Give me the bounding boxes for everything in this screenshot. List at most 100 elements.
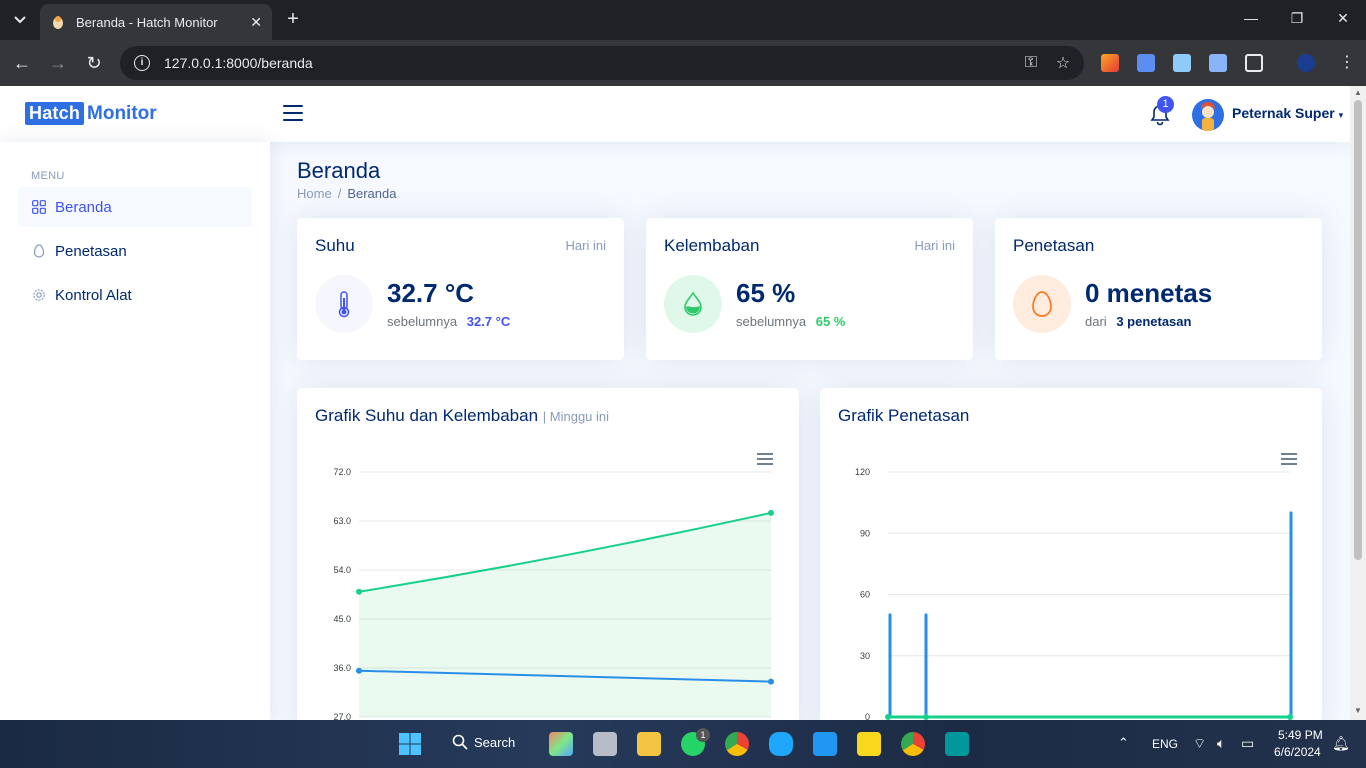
card-filter[interactable]: Hari ini: [915, 238, 955, 253]
caret-down-icon: ▾: [1338, 110, 1344, 120]
browser-tab[interactable]: Beranda - Hatch Monitor ✕: [40, 4, 272, 40]
thermometer-icon: [315, 275, 373, 333]
url-text[interactable]: 127.0.0.1:8000/beranda: [164, 55, 1020, 71]
web-page: Hatch Monitor 1 Peternak Super ▾ MENU Be…: [0, 86, 1350, 720]
extension-window-icon[interactable]: [1137, 54, 1155, 72]
user-name: Peternak Super: [1232, 105, 1335, 121]
logo-hatch: Hatch: [25, 102, 85, 125]
language-indicator[interactable]: ENG: [1152, 737, 1178, 751]
y-tick-label: 54.0: [333, 565, 351, 575]
whatsapp-badge: 1: [696, 728, 710, 742]
data-point: [356, 667, 362, 674]
tab-title: Beranda - Hatch Monitor: [76, 14, 218, 30]
reload-icon[interactable]: ↻: [83, 52, 105, 74]
app-logo[interactable]: Hatch Monitor: [25, 102, 157, 125]
extension-pen-icon[interactable]: [1101, 54, 1119, 72]
browser-menu-icon[interactable]: ⋮: [1336, 52, 1358, 74]
profile-avatar-icon[interactable]: [1297, 54, 1315, 72]
scroll-down-icon[interactable]: ▼: [1353, 706, 1363, 715]
y-tick-label: 90: [860, 528, 870, 538]
card-title: Penetasan: [1013, 236, 1095, 255]
task-view-icon[interactable]: [593, 732, 617, 756]
penetasan-value: 0 menetas: [1085, 278, 1213, 308]
data-point: [356, 588, 362, 595]
arduino-icon[interactable]: [945, 732, 969, 756]
tray-chevron-icon[interactable]: ⌃: [1118, 735, 1129, 751]
scroll-up-icon[interactable]: ▲: [1353, 88, 1363, 97]
file-explorer-icon[interactable]: [637, 732, 661, 756]
suhu-kelembaban-chart-card: Grafik Suhu dan Kelembaban | Minggu ini …: [297, 388, 799, 720]
data-point: [768, 678, 774, 685]
card-title: Kelembaban: [664, 236, 760, 255]
egg-icon: [33, 244, 45, 258]
sidebar-item-penetasan[interactable]: Penetasan: [18, 231, 252, 271]
breadcrumb-home[interactable]: Home: [297, 186, 332, 201]
extension-screenshot-icon[interactable]: [1209, 54, 1227, 72]
wifi-icon[interactable]: ⌔: [1193, 735, 1206, 753]
gear-icon: [33, 289, 45, 301]
sidebar-item-beranda[interactable]: Beranda: [18, 187, 252, 227]
edge-app-icon[interactable]: [769, 732, 793, 756]
penetasan-chart-card: Grafik Penetasan 120 90 60 30 0: [820, 388, 1322, 720]
page-title: Beranda: [297, 158, 381, 183]
taskbar-search[interactable]: Search: [452, 734, 515, 750]
chrome-active-icon[interactable]: [901, 732, 925, 756]
battery-icon[interactable]: ▭: [1241, 735, 1254, 752]
y-tick-label: 27.0: [333, 712, 351, 720]
notification-center-icon[interactable]: 🔔︎: [1332, 735, 1350, 752]
copilot-icon[interactable]: [549, 732, 573, 756]
y-tick-label: 0: [865, 712, 870, 720]
clock-time[interactable]: 5:49 PM: [1278, 728, 1323, 742]
menu-heading: MENU: [31, 170, 65, 182]
vscode-icon[interactable]: [813, 732, 837, 756]
scrollbar-thumb[interactable]: [1354, 100, 1362, 560]
previous-label: sebelumnya: [387, 314, 458, 329]
kelembaban-card: Kelembaban Hari ini 65 % sebelumnya 65 %: [646, 218, 973, 360]
sidebar-item-kontrol-alat[interactable]: Kontrol Alat: [18, 275, 252, 315]
user-avatar[interactable]: [1192, 99, 1224, 131]
window-close-icon[interactable]: ✕: [1333, 10, 1353, 27]
suhu-previous: sebelumnya 32.7 °C: [387, 314, 510, 329]
previous-value: 65 %: [815, 314, 846, 329]
restore-icon[interactable]: ❐: [1287, 10, 1307, 27]
user-dropdown[interactable]: Peternak Super ▾: [1232, 105, 1343, 121]
clock-date[interactable]: 6/6/2024: [1274, 745, 1321, 759]
new-tab-icon[interactable]: +: [282, 8, 304, 30]
sidebar-item-label: Beranda: [55, 198, 112, 216]
extension-docs-icon[interactable]: [1173, 54, 1191, 72]
back-icon[interactable]: ←: [11, 52, 33, 74]
sticky-notes-icon[interactable]: [857, 732, 881, 756]
penetasan-card: Penetasan 0 menetas dari 3 penetasan: [995, 218, 1322, 360]
sidebar-item-label: Penetasan: [55, 242, 127, 260]
of-label: dari: [1085, 314, 1107, 329]
bookmark-star-icon[interactable]: ☆: [1052, 53, 1074, 73]
tab-search-chevron-icon[interactable]: [8, 8, 32, 32]
page-scrollbar[interactable]: ▲ ▼: [1350, 86, 1366, 720]
egg-icon: [1013, 275, 1071, 333]
password-key-icon[interactable]: ⚿: [1020, 54, 1042, 72]
minimize-icon[interactable]: —: [1241, 10, 1261, 26]
address-bar[interactable]: i 127.0.0.1:8000/beranda ⚿ ☆: [120, 46, 1084, 80]
penetasan-total: dari 3 penetasan: [1085, 314, 1191, 329]
volume-icon[interactable]: 🔈︎: [1217, 735, 1225, 752]
forward-icon[interactable]: →: [47, 52, 69, 74]
y-tick-label: 45.0: [333, 614, 351, 624]
windows-start-icon[interactable]: [398, 732, 422, 756]
site-info-icon[interactable]: i: [134, 55, 150, 71]
tab-close-icon[interactable]: ✕: [250, 14, 262, 31]
previous-value: 32.7 °C: [466, 314, 511, 329]
y-tick-label: 63.0: [333, 516, 351, 526]
browser-tab-bar: Beranda - Hatch Monitor ✕ + — ❐ ✕: [0, 0, 1366, 40]
hatch-favicon-icon: [53, 16, 63, 29]
suhu-card: Suhu Hari ini 32.7 °C sebelumnya 32.7 °C: [297, 218, 624, 360]
card-filter[interactable]: Hari ini: [566, 238, 606, 253]
search-label: Search: [474, 734, 516, 750]
extensions-puzzle-icon[interactable]: [1245, 54, 1263, 72]
of-value: 3 penetasan: [1116, 314, 1192, 329]
chrome-icon[interactable]: [725, 732, 749, 756]
penetasan-chart: 120 90 60 30 0: [855, 467, 1293, 720]
notification-badge: 1: [1157, 96, 1174, 113]
y-tick-label: 30: [860, 651, 870, 661]
sidebar-toggle-icon[interactable]: [283, 105, 303, 123]
breadcrumb-current: Beranda: [347, 186, 397, 201]
